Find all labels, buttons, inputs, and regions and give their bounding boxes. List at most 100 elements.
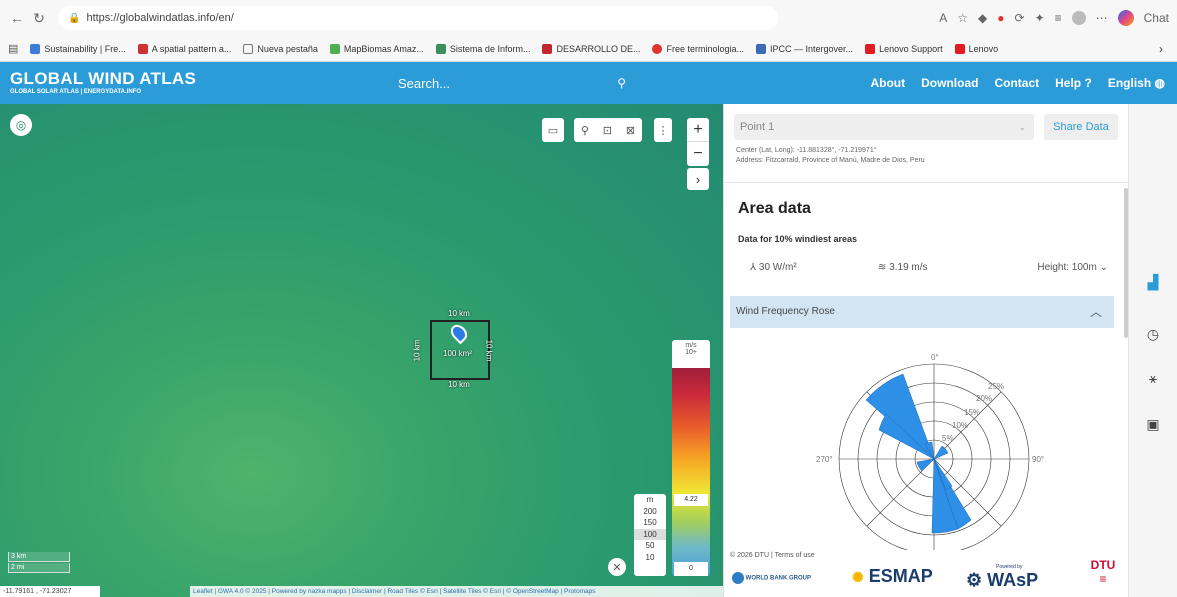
read-aloud-icon[interactable]: A [939,11,947,25]
panel-footer: © 2026 DTU | Terms of use WORLD BANK GRO… [730,550,1128,597]
close-icon[interactable]: ✕ [608,558,626,576]
esmap-logo[interactable]: ✺ ESMAP [852,566,933,587]
bbox-area-label: 100 km² [443,349,472,358]
back-icon[interactable]: ← [6,7,28,29]
search-input[interactable]: Search... ⚲ [398,71,638,95]
main-menu: About Download Contact Help ? English ◍ [870,62,1165,104]
search-icon[interactable]: ⚲ [617,76,626,90]
chart-icon[interactable]: ▟ [1143,272,1163,292]
height-value[interactable]: 150 [634,517,666,529]
wind-speed-legend: m/s 10+ [672,340,710,576]
puzzle-icon[interactable]: ✦ [1035,11,1045,25]
world-bank-icon [732,572,744,584]
wind-rose-header[interactable]: Wind Frequency Rose ︿ [730,296,1114,328]
location-info: Center (Lat, Long): -11.881328°, -71.219… [736,146,925,166]
copilot-icon[interactable] [1117,10,1134,26]
share-data-button[interactable]: Share Data [1044,114,1118,140]
rose-label-25: 25% [988,382,1004,391]
height-select[interactable]: Height: 100m ⌄ [1008,262,1118,273]
address-text: Address: Fitzcarrald, Province of Manú, … [736,157,925,164]
rose-label-north: 0° [931,353,939,362]
sector-w [916,458,935,472]
chevron-down-icon: ⌄ [1099,262,1108,273]
zoom-out-button[interactable]: − [687,142,709,166]
bookmark-item[interactable]: Sustainability | Fre... [30,43,126,54]
menu-language[interactable]: English ◍ [1108,76,1165,90]
rectangle-tool-icon[interactable]: ⊡ [603,124,612,137]
collapse-panel-button[interactable]: › [687,168,709,190]
map-attribution[interactable]: Leaflet | GWA 4.0 © 2025 | Powered by na… [190,586,723,597]
height-value[interactable]: 200 [634,506,666,518]
bookmark-item[interactable]: Free terminologia... [652,43,744,54]
adblock-icon[interactable]: ● [997,11,1004,25]
site-title: GLOBAL WIND ATLAS [10,69,197,88]
height-value-selected[interactable]: 100 [634,528,666,540]
profile-avatar[interactable] [1071,11,1086,25]
site-logo[interactable]: GLOBAL WIND ATLAS GLOBAL SOLAR ATLAS | E… [0,70,196,96]
bookmark-item[interactable]: Nueva pestaña [243,43,318,54]
basemap-icon[interactable]: ▭ [542,118,564,142]
globe-icon: ◍ [1154,76,1165,90]
collections-icon[interactable]: ≡ [1055,11,1062,25]
divider [724,182,1129,183]
zoom-in-button[interactable]: + [687,118,709,142]
bookmark-icon [652,43,663,54]
menu-help[interactable]: Help ? [1055,76,1092,90]
menu-download[interactable]: Download [921,76,978,90]
chevron-down-icon: ⌄ [1018,122,1026,132]
turbine-icon[interactable]: ⚹ [1143,368,1163,388]
bookmark-item[interactable]: IPCC — Intergover... [756,43,853,54]
cursor-coordinates: -11.79161 , -71.23027 [0,586,100,597]
polygon-tool-icon[interactable]: ⊠ [626,124,635,137]
chevron-right-icon[interactable]: › [1159,42,1177,56]
wind-rose-title: Wind Frequency Rose [736,306,835,317]
site-subtitle[interactable]: GLOBAL SOLAR ATLAS | ENERGYDATA.INFO [10,88,196,96]
bookmark-item[interactable]: Lenovo Support [865,43,943,54]
screen: ← ↻ 🔒 https://globalwindatlas.info/en/ A… [0,0,1177,597]
dtu-logo[interactable]: DTU ≡ [1088,558,1118,586]
help-icon: ? [1084,76,1092,90]
wind-turbine-icon: ⚙ [966,570,983,590]
reload-icon[interactable]: ↻ [28,7,50,29]
wind-rose-chart: 0° 90° 270° 25% 20% 15% 10% 5% [816,353,1044,555]
menu-about[interactable]: About [870,76,905,90]
copyright-text[interactable]: © 2026 DTU | Terms of use [730,552,815,559]
refresh-ext-icon[interactable]: ⟳ [1015,11,1025,25]
more-vertical-icon[interactable]: ⋮ [654,118,672,142]
bookmark-item[interactable]: Lenovo [954,43,998,54]
sidebar-toggle-icon[interactable]: ▤ [8,42,18,55]
dtu-bars-icon: ≡ [1099,572,1107,586]
menu-contact[interactable]: Contact [994,76,1039,90]
legend-header: m/s 10+ [672,340,710,368]
address-bar[interactable]: 🔒 https://globalwindatlas.info/en/ [58,6,778,30]
wasp-logo[interactable]: Powered by ⚙ WAsP [966,564,1038,591]
bookmark-icon [865,43,876,54]
zoom-control: + − [687,118,709,166]
world-bank-logo[interactable]: WORLD BANK GROUP [732,572,811,584]
favorite-icon[interactable]: ☆ [957,11,968,25]
bookmark-item[interactable]: A spatial pattern a... [137,43,231,54]
bookmark-icon [30,43,41,54]
legend-gradient [672,368,710,576]
bookmark-icon [329,43,340,54]
map-view[interactable]: ◎ ▭ ⚲ ⊡ ⊠ ⋮ + − › 10 km 10 km 10 km 10 k… [0,104,723,597]
height-value[interactable]: 10 [634,552,666,564]
clock-icon[interactable]: ◷ [1143,324,1163,344]
legend-marker: 4.22 [674,494,708,506]
bookmark-item[interactable]: Sistema de Inform... [435,43,530,54]
sun-icon: ✺ [852,569,864,585]
bookmark-item[interactable]: MapBiomas Amaz... [329,43,424,54]
legend-unit: m/s [685,342,697,349]
more-icon[interactable]: ⋯ [1096,11,1108,25]
extension-icon[interactable]: ◆ [978,11,987,25]
height-legend: m 200 150 100 50 10 [634,494,666,576]
point-tool-icon[interactable]: ⚲ [581,124,589,137]
layers-icon[interactable]: ◎ [10,114,32,136]
chat-label[interactable]: Chat [1144,11,1169,25]
bookmark-item[interactable]: DESARROLLO DE... [542,43,640,54]
point-select[interactable]: Point 1 ⌄ [734,114,1034,140]
bbox-top-label: 10 km [448,309,470,318]
bookmark-icon [435,43,446,54]
folder-icon[interactable]: ▣ [1143,414,1163,434]
height-value[interactable]: 50 [634,540,666,552]
